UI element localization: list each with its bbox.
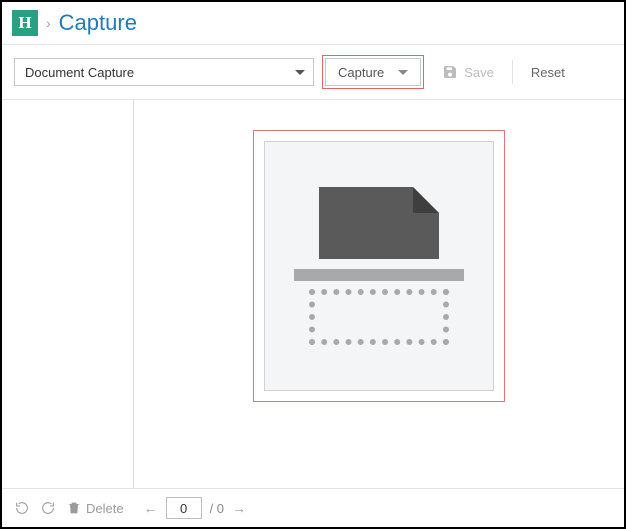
capture-button[interactable]: Capture [325, 58, 421, 86]
page-title: Capture [59, 10, 137, 36]
reset-button[interactable]: Reset [521, 58, 575, 86]
document-type-label: Document Capture [25, 65, 134, 80]
document-type-dropdown[interactable]: Document Capture [14, 58, 314, 86]
pager: ← / 0 → [144, 497, 246, 519]
reset-button-label: Reset [531, 65, 565, 80]
page-total: / 0 [210, 501, 224, 516]
capture-button-label: Capture [338, 65, 384, 80]
drop-zone-icon [309, 289, 449, 345]
breadcrumb-separator: › [46, 15, 51, 31]
document-icon [319, 187, 439, 259]
rotate-right-icon [40, 500, 56, 516]
next-page-button: → [232, 500, 246, 516]
rotate-right-button [40, 500, 56, 516]
capture-button-highlight: Capture [322, 55, 424, 89]
scan-drop-target[interactable] [264, 141, 494, 391]
trash-icon [66, 500, 82, 516]
toolbar-divider [512, 60, 513, 84]
save-button: Save [432, 58, 504, 86]
footer-toolbar: Delete ← / 0 → [2, 488, 624, 527]
prev-page-button: ← [144, 500, 158, 516]
save-button-label: Save [464, 65, 494, 80]
page-number-input[interactable] [166, 497, 202, 519]
rotate-left-icon [14, 500, 30, 516]
scan-target-highlight [253, 130, 505, 402]
chevron-down-icon [398, 70, 408, 75]
save-icon [442, 64, 458, 80]
app-logo[interactable]: H [12, 10, 38, 36]
header: H › Capture [2, 2, 624, 45]
delete-button-label: Delete [86, 501, 124, 516]
delete-button: Delete [66, 500, 124, 516]
workspace [2, 100, 624, 488]
toolbar: Document Capture Capture Save Reset [2, 45, 624, 100]
scanner-tray-icon [294, 269, 464, 281]
preview-canvas [134, 100, 624, 488]
rotate-left-button [14, 500, 30, 516]
thumbnail-panel [2, 100, 134, 488]
chevron-down-icon [295, 70, 305, 75]
